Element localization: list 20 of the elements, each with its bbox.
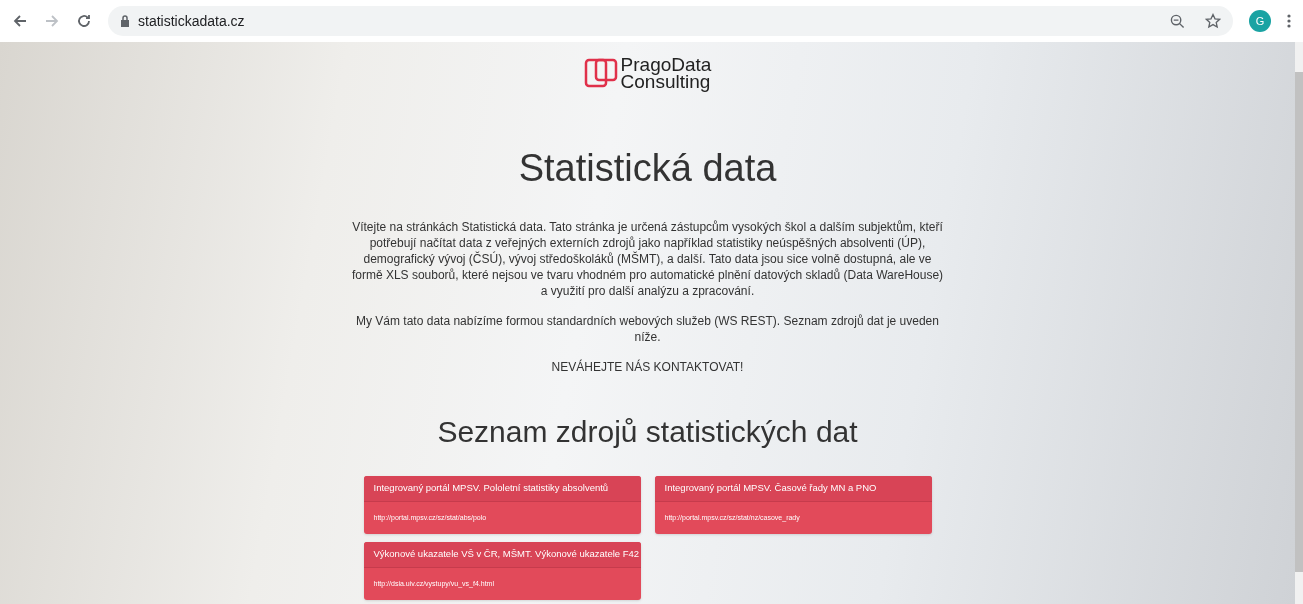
- scrollbar[interactable]: [1295, 42, 1303, 604]
- star-icon[interactable]: [1205, 13, 1221, 29]
- logo-mark-icon: [583, 58, 618, 88]
- intro-paragraph: Vítejte na stránkách Statistická data. Tato stránka je určená zástupcům vysokých škol a dalším subjektům, kteří potřebují načítat data z veřejných externích zdrojů jako například statistiky neúspěšných absolventi (ÚP), demografický vývoj (ČSÚ), vývoj středoškoláků (MŠMT), a další. Tato data jsou sice volně dostupná, ale ve formě XLS souborů, které nejsou ve tvaru vhodném pro automatické plnění datových skladů (Data WareHouse) a využití pro další analýzu a zpracování.: [350, 219, 945, 299]
- source-title: Výkonové ukazatele VŠ v ČR, MŠMT. Výkonové ukazatele F42: [363, 542, 641, 568]
- source-title: Integrovaný portál MPSV. Pololetní statistiky absolventů: [363, 476, 641, 502]
- page-title: Statistická data: [518, 146, 777, 191]
- intro-paragraph: My Vám tato data nabízíme formou standardních webových služeb (WS REST). Seznam zdrojů dat je uveden níže.: [355, 313, 940, 345]
- section-heading: Seznam zdrojů statistických dat: [437, 414, 858, 450]
- source-title: Integrovaný portál MPSV. Časové řady MN a PNO: [654, 476, 932, 502]
- reload-icon[interactable]: [76, 13, 92, 29]
- back-icon[interactable]: [12, 13, 28, 29]
- lock-icon: [120, 15, 130, 27]
- address-bar[interactable]: statistickadata.cz: [108, 6, 1233, 36]
- logo-text: PragoData: [620, 56, 712, 73]
- zoom-out-icon[interactable]: [1170, 13, 1185, 29]
- profile-avatar[interactable]: G: [1249, 10, 1271, 32]
- url-text: statistickadata.cz: [138, 11, 245, 31]
- menu-icon[interactable]: [1287, 13, 1291, 29]
- intro-paragraph: NEVÁHEJTE NÁS KONTAKTOVAT!: [550, 359, 745, 375]
